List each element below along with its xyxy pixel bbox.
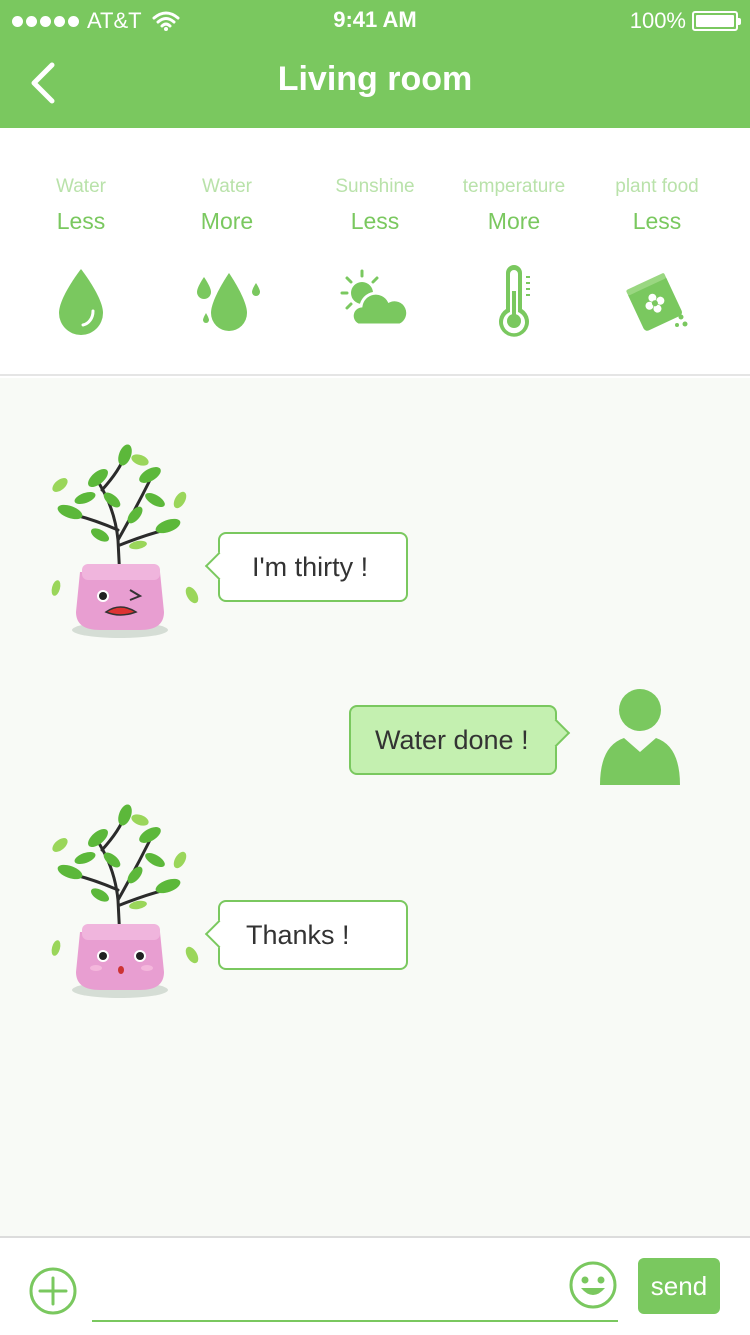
thermometer-icon [499,265,530,337]
emoji-icon[interactable] [568,1260,618,1310]
indicator-label: Water [56,176,106,197]
plant-avatar [51,804,199,998]
message-input[interactable] [92,1260,618,1322]
battery-percent: 100% [629,8,686,33]
message-input-bar: send [0,1236,750,1335]
message-text: Water done ! [375,724,529,755]
plant-avatar [51,444,199,638]
sun-cloud-icon [340,269,410,327]
water-drop-icon [59,269,103,335]
chat-area[interactable]: I'm thirty ! Water done ! Thanks ! [0,378,750,1236]
care-indicators: Water Less Water More Sunshine Less temp… [0,128,750,376]
indicator-label: temperature [462,176,566,197]
indicator-label: Sunshine [335,176,415,197]
status-right: 100% [629,8,741,34]
indicator-value: Less [350,208,400,234]
fertilizer-icon [626,273,688,331]
message-text: I'm thirty ! [252,551,369,582]
water-drops-icon [197,273,260,331]
indicator-value: More [487,208,541,234]
indicator-label: Water [202,176,252,197]
message-bubble-plant: I'm thirty ! [218,532,408,602]
indicator-value: More [200,208,254,234]
indicator-value: Less [56,208,106,234]
indicator-value: Less [632,208,682,234]
send-button[interactable]: send [638,1258,720,1314]
status-bar: AT&T 9:41 AM 100% [0,0,750,40]
header: AT&T 9:41 AM 100% Living room [0,0,750,128]
battery-icon [692,11,741,31]
user-avatar-icon [600,689,680,785]
indicator-label: plant food [615,176,699,197]
page-title: Living room [277,60,473,98]
message-bubble-user: Water done ! [349,705,557,775]
add-icon[interactable] [28,1266,78,1316]
message-text: Thanks ! [246,919,350,950]
message-bubble-plant: Thanks ! [218,900,408,970]
